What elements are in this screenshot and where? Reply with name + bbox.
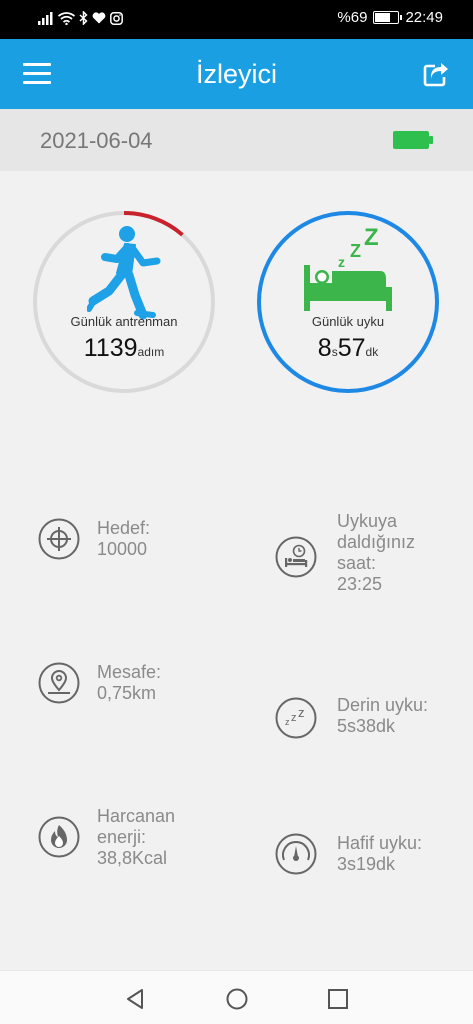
stat-goal-text: Hedef: 10000	[97, 518, 207, 560]
sleep-ring[interactable]: z Z Z Günlük uyku 8s57dk	[255, 209, 441, 395]
stat-deep-sleep-value: 5s38dk	[337, 716, 396, 736]
flame-icon	[38, 816, 80, 858]
sleep-minutes-unit: dk	[365, 345, 379, 359]
gauge-icon	[275, 833, 317, 875]
svg-text:z: z	[338, 254, 345, 270]
app-bar: İzleyici	[0, 39, 473, 109]
running-person-icon	[87, 226, 161, 320]
target-icon	[38, 518, 80, 560]
recents-icon[interactable]	[326, 987, 350, 1011]
steps-count: 1139	[83, 334, 138, 362]
zzz-icon: z z z	[275, 697, 317, 739]
instagram-icon	[110, 11, 123, 25]
sleeping-bed-icon: z Z Z	[304, 224, 392, 311]
status-bar: %69 22:49	[0, 0, 473, 39]
battery-icon	[373, 11, 403, 24]
date-bar: 2021-06-04	[0, 109, 473, 171]
share-icon[interactable]	[423, 62, 449, 88]
status-right: %69 22:49	[337, 9, 443, 26]
status-time: 22:49	[405, 9, 443, 26]
sleep-label: Günlük uyku	[311, 314, 385, 329]
sleep-value: 8s57dk	[255, 334, 441, 363]
stat-distance-label: Mesafe:	[97, 662, 162, 682]
heart-icon	[92, 12, 106, 24]
activity-label: Günlük antrenman	[70, 314, 178, 329]
stat-energy-value: 38,8Kcal	[97, 848, 168, 868]
page-title: İzleyici	[195, 59, 277, 89]
stat-deep-sleep: z z z Derin uyku: 5s38dk	[275, 695, 467, 739]
svg-text:Z: Z	[350, 241, 361, 261]
stat-goal-value: 10000	[97, 539, 148, 559]
stat-light-sleep-label: Hafif uyku:	[337, 833, 423, 853]
stat-goal: Hedef: 10000	[38, 518, 207, 560]
system-nav-bar	[0, 970, 473, 1024]
back-icon[interactable]	[124, 987, 148, 1011]
steps-unit: adım	[137, 345, 165, 359]
battery-level	[375, 13, 390, 22]
stat-sleep-time-text: Uykuya daldığınız saat: 23:25	[337, 511, 447, 595]
stat-energy-text: Harcanan enerji: 38,8Kcal	[97, 806, 207, 869]
svg-text:Z: Z	[364, 224, 379, 251]
battery-percent: %69	[337, 9, 368, 26]
stat-energy-label: Harcanan enerji:	[97, 806, 176, 847]
stat-distance-text: Mesafe: 0,75km	[97, 662, 207, 704]
stat-deep-sleep-label: Derin uyku:	[337, 695, 429, 715]
stat-energy: Harcanan enerji: 38,8Kcal	[38, 806, 207, 869]
home-icon[interactable]	[225, 987, 249, 1011]
stat-sleep-time-label: Uykuya daldığınız saat:	[337, 511, 416, 573]
svg-text:z: z	[291, 712, 297, 724]
location-pin-icon	[38, 662, 80, 704]
stat-sleep-time: Uykuya daldığınız saat: 23:25	[275, 511, 447, 595]
bed-clock-icon	[275, 536, 317, 578]
stat-light-sleep-text: Hafif uyku: 3s19dk	[337, 833, 467, 875]
steps-value: 1139adım	[31, 334, 217, 363]
stat-light-sleep: Hafif uyku: 3s19dk	[275, 833, 467, 875]
svg-text:z: z	[285, 717, 290, 727]
stat-distance-value: 0,75km	[97, 683, 157, 703]
sleep-hours: 8	[317, 334, 332, 362]
wifi-icon	[58, 11, 75, 25]
stat-light-sleep-value: 3s19dk	[337, 854, 396, 874]
signal-icon	[38, 11, 53, 25]
stat-deep-sleep-text: Derin uyku: 5s38dk	[337, 695, 467, 737]
bluetooth-icon	[79, 11, 88, 25]
battery-full-icon	[393, 131, 433, 149]
stat-sleep-time-value: 23:25	[337, 574, 383, 594]
svg-text:z: z	[298, 705, 305, 720]
stat-goal-label: Hedef:	[97, 518, 151, 538]
current-date[interactable]: 2021-06-04	[40, 128, 153, 154]
status-icons	[38, 11, 123, 25]
sleep-minutes: 57	[337, 334, 366, 362]
stat-distance: Mesafe: 0,75km	[38, 662, 207, 704]
activity-ring[interactable]: Günlük antrenman 1139adım	[31, 209, 217, 395]
